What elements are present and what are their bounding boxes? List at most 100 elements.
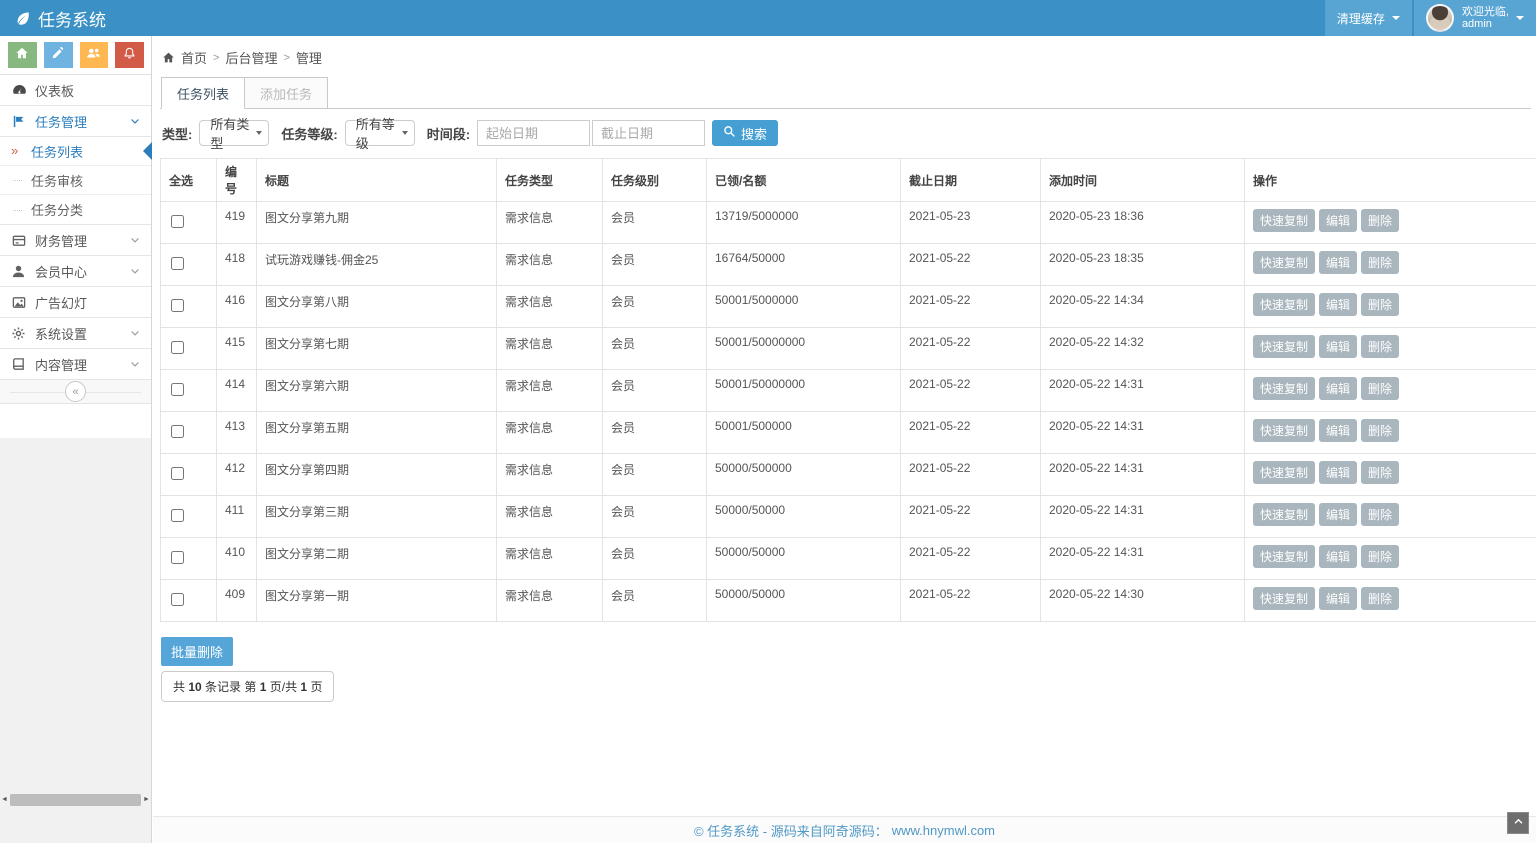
- footer-link[interactable]: www.hnymwl.com: [892, 823, 995, 838]
- cell-deadline: 2021-05-22: [901, 412, 1041, 454]
- caret-down-icon: [256, 131, 262, 135]
- table-row: 416图文分享第八期需求信息会员50001/50000002021-05-222…: [161, 286, 1536, 328]
- sidebar-item-task-review[interactable]: 任务审核: [0, 166, 151, 195]
- edit-button[interactable]: 编辑: [1319, 461, 1357, 484]
- scroll-right-arrow-icon[interactable]: ►: [142, 796, 151, 803]
- sidebar-item-finance[interactable]: 财务管理: [0, 225, 151, 256]
- sidebar-item-member-center[interactable]: 会员中心: [0, 256, 151, 287]
- back-to-top-button[interactable]: [1507, 812, 1529, 834]
- edit-button[interactable]: 编辑: [1319, 251, 1357, 274]
- sidebar-collapse-row: «: [0, 380, 151, 404]
- cell-deadline: 2021-05-22: [901, 328, 1041, 370]
- row-checkbox[interactable]: [171, 593, 184, 606]
- column-header: 已领/名额: [707, 159, 901, 202]
- sidebar-item-content-management[interactable]: 内容管理: [0, 349, 151, 380]
- edit-button[interactable]: 编辑: [1319, 377, 1357, 400]
- edit-button[interactable]: 编辑: [1319, 419, 1357, 442]
- chevron-up-icon: [1513, 814, 1524, 832]
- cell-title: 试玩游戏赚钱-佣金25: [257, 244, 497, 286]
- delete-button[interactable]: 删除: [1361, 545, 1399, 568]
- quick-copy-button[interactable]: 快速复制: [1253, 293, 1315, 316]
- quick-copy-button[interactable]: 快速复制: [1253, 419, 1315, 442]
- sidebar-item-task-management[interactable]: 任务管理: [0, 106, 151, 137]
- home-icon: [162, 51, 175, 64]
- sidebar-item-system-settings[interactable]: 系统设置: [0, 318, 151, 349]
- row-checkbox[interactable]: [171, 425, 184, 438]
- end-date-input[interactable]: [592, 120, 705, 146]
- notifications-shortcut-button[interactable]: [115, 42, 144, 68]
- row-checkbox[interactable]: [171, 215, 184, 228]
- breadcrumb-admin[interactable]: 后台管理: [225, 48, 277, 67]
- breadcrumb-home[interactable]: 首页: [181, 48, 207, 67]
- quick-copy-button[interactable]: 快速复制: [1253, 251, 1315, 274]
- clear-cache-button[interactable]: 清理缓存: [1325, 0, 1412, 36]
- row-checkbox[interactable]: [171, 257, 184, 270]
- sidebar-menu: 仪表板 任务管理 任务列表 任务审核 任务分类 财务管理 会员中心: [0, 75, 151, 380]
- row-checkbox[interactable]: [171, 551, 184, 564]
- cell-level: 会员: [603, 496, 707, 538]
- delete-button[interactable]: 删除: [1361, 419, 1399, 442]
- collapse-sidebar-button[interactable]: «: [65, 381, 86, 402]
- cell-type: 需求信息: [497, 454, 603, 496]
- quick-copy-button[interactable]: 快速复制: [1253, 461, 1315, 484]
- delete-button[interactable]: 删除: [1361, 587, 1399, 610]
- row-checkbox[interactable]: [171, 383, 184, 396]
- dashboard-icon: [11, 82, 31, 98]
- sidebar-item-task-list[interactable]: 任务列表: [0, 137, 151, 166]
- select-cell: [161, 244, 217, 286]
- filter-bar: 类型: 所有类型 任务等级: 所有等级 时间段: 搜索: [162, 120, 1531, 146]
- edit-button[interactable]: 编辑: [1319, 587, 1357, 610]
- quick-copy-button[interactable]: 快速复制: [1253, 335, 1315, 358]
- delete-button[interactable]: 删除: [1361, 251, 1399, 274]
- delete-button[interactable]: 删除: [1361, 461, 1399, 484]
- select-cell: [161, 538, 217, 580]
- quick-copy-button[interactable]: 快速复制: [1253, 545, 1315, 568]
- user-menu-button[interactable]: 欢迎光临, admin: [1414, 0, 1536, 36]
- tab-task-list[interactable]: 任务列表: [161, 77, 245, 109]
- quick-copy-button[interactable]: 快速复制: [1253, 209, 1315, 232]
- edit-button[interactable]: 编辑: [1319, 335, 1357, 358]
- breadcrumb-current: 管理: [296, 48, 322, 67]
- sidebar-item-dashboard[interactable]: 仪表板: [0, 75, 151, 106]
- tab-add-task[interactable]: 添加任务: [245, 77, 328, 109]
- edit-button[interactable]: 编辑: [1319, 293, 1357, 316]
- quick-copy-button[interactable]: 快速复制: [1253, 377, 1315, 400]
- cell-id: 416: [217, 286, 257, 328]
- delete-button[interactable]: 删除: [1361, 377, 1399, 400]
- level-select[interactable]: 所有等级: [345, 120, 415, 146]
- quick-copy-button[interactable]: 快速复制: [1253, 587, 1315, 610]
- search-icon: [723, 125, 736, 141]
- actions-cell: 快速复制编辑删除: [1245, 454, 1536, 496]
- home-shortcut-button[interactable]: [8, 42, 37, 68]
- type-select[interactable]: 所有类型: [199, 120, 269, 146]
- edit-button[interactable]: 编辑: [1319, 503, 1357, 526]
- edit-shortcut-button[interactable]: [44, 42, 73, 68]
- quick-copy-button[interactable]: 快速复制: [1253, 503, 1315, 526]
- pagination-text: 条记录 第: [202, 680, 260, 694]
- scroll-left-arrow-icon[interactable]: ◄: [0, 796, 9, 803]
- scrollbar-thumb[interactable]: [10, 794, 141, 806]
- delete-button[interactable]: 删除: [1361, 209, 1399, 232]
- search-button[interactable]: 搜索: [712, 120, 778, 146]
- start-date-input[interactable]: [477, 120, 590, 146]
- cell-quota: 50001/500000: [707, 412, 901, 454]
- sidebar-horizontal-scrollbar[interactable]: ◄ ►: [0, 793, 151, 806]
- edit-button[interactable]: 编辑: [1319, 209, 1357, 232]
- sidebar-item-ad-slides[interactable]: 广告幻灯: [0, 287, 151, 318]
- breadcrumb: 首页 > 后台管理 > 管理: [160, 46, 1531, 77]
- footer-text: © 任务系统 - 源码来自阿奇源码：: [694, 821, 888, 840]
- delete-button[interactable]: 删除: [1361, 293, 1399, 316]
- row-checkbox[interactable]: [171, 299, 184, 312]
- batch-delete-button[interactable]: 批量删除: [161, 637, 233, 666]
- row-checkbox[interactable]: [171, 341, 184, 354]
- sidebar-item-task-category[interactable]: 任务分类: [0, 195, 151, 224]
- delete-button[interactable]: 删除: [1361, 335, 1399, 358]
- users-shortcut-button[interactable]: [80, 42, 109, 68]
- select-cell: [161, 496, 217, 538]
- users-icon: [86, 46, 101, 65]
- edit-button[interactable]: 编辑: [1319, 545, 1357, 568]
- delete-button[interactable]: 删除: [1361, 503, 1399, 526]
- row-checkbox[interactable]: [171, 467, 184, 480]
- app-title: 任务系统: [38, 6, 106, 31]
- row-checkbox[interactable]: [171, 509, 184, 522]
